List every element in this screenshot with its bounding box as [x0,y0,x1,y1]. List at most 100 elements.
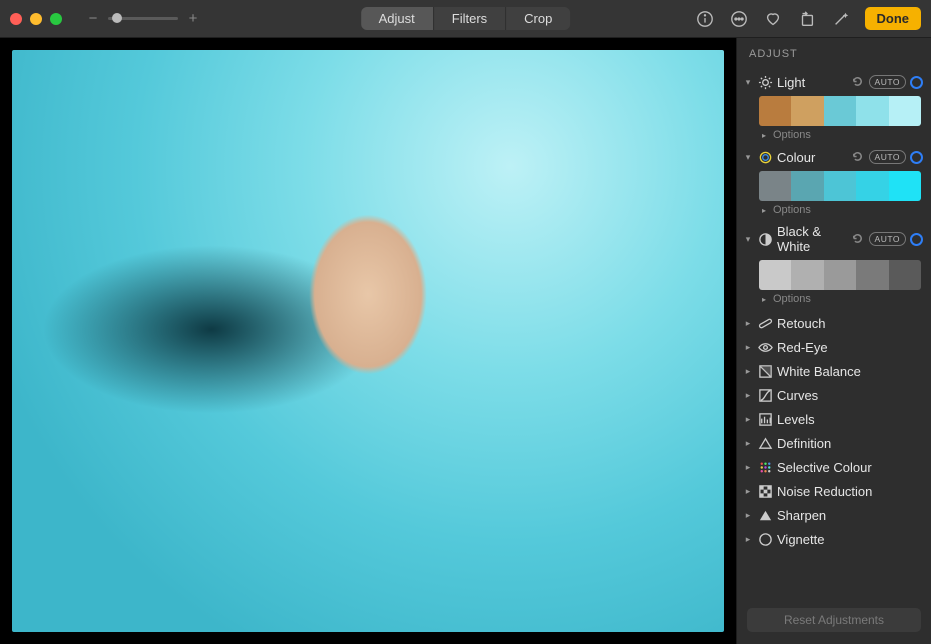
titlebar: − + Adjust Filters Crop Done [0,0,931,38]
preset-strip-bw[interactable] [759,260,921,290]
toolbar-right: Done [695,7,922,30]
favorite-icon[interactable] [763,9,783,29]
zoom-slider-thumb[interactable] [112,13,122,23]
adjustment-noise[interactable]: ▸ Noise Reduction [737,479,931,503]
options-row-light[interactable]: ▸ Options [737,128,931,145]
chevron-down-icon: ▾ [743,77,753,88]
auto-button[interactable]: AUTO [869,150,906,164]
preset-strip-colour[interactable] [759,171,921,201]
zoom-slider-group: − + [86,12,200,26]
options-label: Options [773,293,811,305]
chevron-right-icon: ▸ [743,534,753,545]
rotate-icon[interactable] [797,9,817,29]
chevron-down-icon: ▾ [743,152,753,163]
adjustment-label: Vignette [777,532,923,547]
triangle-solid-icon [757,507,773,523]
adjustment-bw[interactable]: ▾ Black & White AUTO [737,220,931,258]
zoom-slider[interactable] [108,17,178,20]
adjustment-levels[interactable]: ▸ Levels [737,407,931,431]
checker-icon [757,483,773,499]
bandage-icon [757,315,773,331]
adjust-sidebar: Adjust ▾ Light AUTO ▸ Options ▾ Colour AUTO ▸ Opt… [736,38,931,644]
photo-preview [12,50,724,632]
reset-adjustments-button[interactable]: Reset Adjustments [747,608,921,632]
adjustment-label: Selective Colour [777,460,923,475]
levels-icon [757,411,773,427]
circle-icon [757,531,773,547]
adjustment-label: Light [777,75,847,90]
chevron-right-icon: ▸ [743,438,753,449]
sun-icon [757,74,773,90]
chevron-right-icon: ▸ [743,318,753,329]
chevron-right-icon: ▸ [759,131,769,140]
chevron-right-icon: ▸ [743,510,753,521]
zoom-in-button[interactable]: + [186,12,200,26]
auto-enhance-icon[interactable] [831,9,851,29]
preset-strip-light[interactable] [759,96,921,126]
reset-icon[interactable] [851,75,865,89]
sidebar-title: Adjust [737,44,931,68]
dots-grid-icon [757,459,773,475]
window-controls [10,13,62,25]
auto-button[interactable]: AUTO [869,232,906,246]
chevron-right-icon: ▸ [759,295,769,304]
auto-button[interactable]: AUTO [869,75,906,89]
photo-canvas[interactable] [0,38,736,644]
options-label: Options [773,129,811,141]
adjustment-retouch[interactable]: ▸ Retouch [737,311,931,335]
adjustment-sharpen[interactable]: ▸ Sharpen [737,503,931,527]
tab-filters[interactable]: Filters [433,7,505,30]
done-button[interactable]: Done [865,7,922,30]
adjustment-label: Black & White [777,224,847,254]
adjustment-label: Colour [777,150,847,165]
ring-hue-icon [757,149,773,165]
close-window-button[interactable] [10,13,22,25]
adjustment-label: Retouch [777,316,923,331]
chevron-right-icon: ▸ [743,342,753,353]
minimize-window-button[interactable] [30,13,42,25]
info-icon[interactable] [695,9,715,29]
adjustment-light[interactable]: ▾ Light AUTO [737,70,931,94]
adjustment-vignette[interactable]: ▸ Vignette [737,527,931,551]
adjustment-redeye[interactable]: ▸ Red-Eye [737,335,931,359]
more-icon[interactable] [729,9,749,29]
chevron-right-icon: ▸ [759,206,769,215]
chevron-right-icon: ▸ [743,414,753,425]
adjustment-colour[interactable]: ▾ Colour AUTO [737,145,931,169]
adjustment-definition[interactable]: ▸ Definition [737,431,931,455]
adjustment-label: Noise Reduction [777,484,923,499]
options-label: Options [773,204,811,216]
chevron-right-icon: ▸ [743,486,753,497]
enabled-toggle[interactable] [910,151,923,164]
adjustment-wb[interactable]: ▸ White Balance [737,359,931,383]
chevron-down-icon: ▾ [743,234,753,245]
chevron-right-icon: ▸ [743,390,753,401]
chevron-right-icon: ▸ [743,462,753,473]
adjustment-label: White Balance [777,364,923,379]
chevron-right-icon: ▸ [743,366,753,377]
reset-icon[interactable] [851,232,865,246]
adjustment-label: Red-Eye [777,340,923,355]
enabled-toggle[interactable] [910,233,923,246]
fullscreen-window-button[interactable] [50,13,62,25]
adjustment-label: Sharpen [777,508,923,523]
options-row-bw[interactable]: ▸ Options [737,292,931,309]
half-circle-icon [757,231,773,247]
eye-icon [757,339,773,355]
zoom-out-button[interactable]: − [86,12,100,26]
adjustment-selcol[interactable]: ▸ Selective Colour [737,455,931,479]
adjustment-label: Curves [777,388,923,403]
tab-crop[interactable]: Crop [505,7,570,30]
main-area: Adjust ▾ Light AUTO ▸ Options ▾ Colour AUTO ▸ Opt… [0,38,931,644]
curves-icon [757,387,773,403]
edit-mode-segmented-control: Adjust Filters Crop [361,7,571,30]
enabled-toggle[interactable] [910,76,923,89]
options-row-colour[interactable]: ▸ Options [737,203,931,220]
tab-adjust[interactable]: Adjust [361,7,433,30]
adjustment-label: Levels [777,412,923,427]
triangle-icon [757,435,773,451]
adjustment-curves[interactable]: ▸ Curves [737,383,931,407]
adjustment-label: Definition [777,436,923,451]
reset-icon[interactable] [851,150,865,164]
square-split-icon [757,363,773,379]
